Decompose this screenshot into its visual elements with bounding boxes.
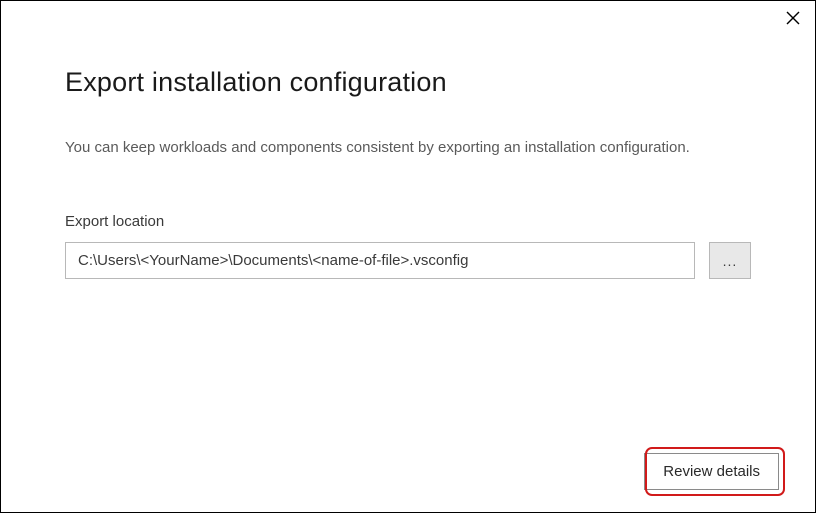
review-details-button[interactable]: Review details	[644, 453, 779, 490]
export-location-label: Export location	[65, 213, 751, 230]
dialog-description: You can keep workloads and components co…	[65, 136, 745, 159]
dialog-title: Export installation configuration	[65, 67, 751, 98]
close-button[interactable]	[781, 7, 805, 31]
export-path-input[interactable]	[65, 242, 695, 279]
export-location-row: ...	[65, 242, 751, 279]
dialog-footer: Review details	[644, 453, 779, 490]
browse-button[interactable]: ...	[709, 242, 751, 279]
close-icon	[785, 10, 801, 29]
dialog-content: Export installation configuration You ca…	[1, 1, 815, 279]
